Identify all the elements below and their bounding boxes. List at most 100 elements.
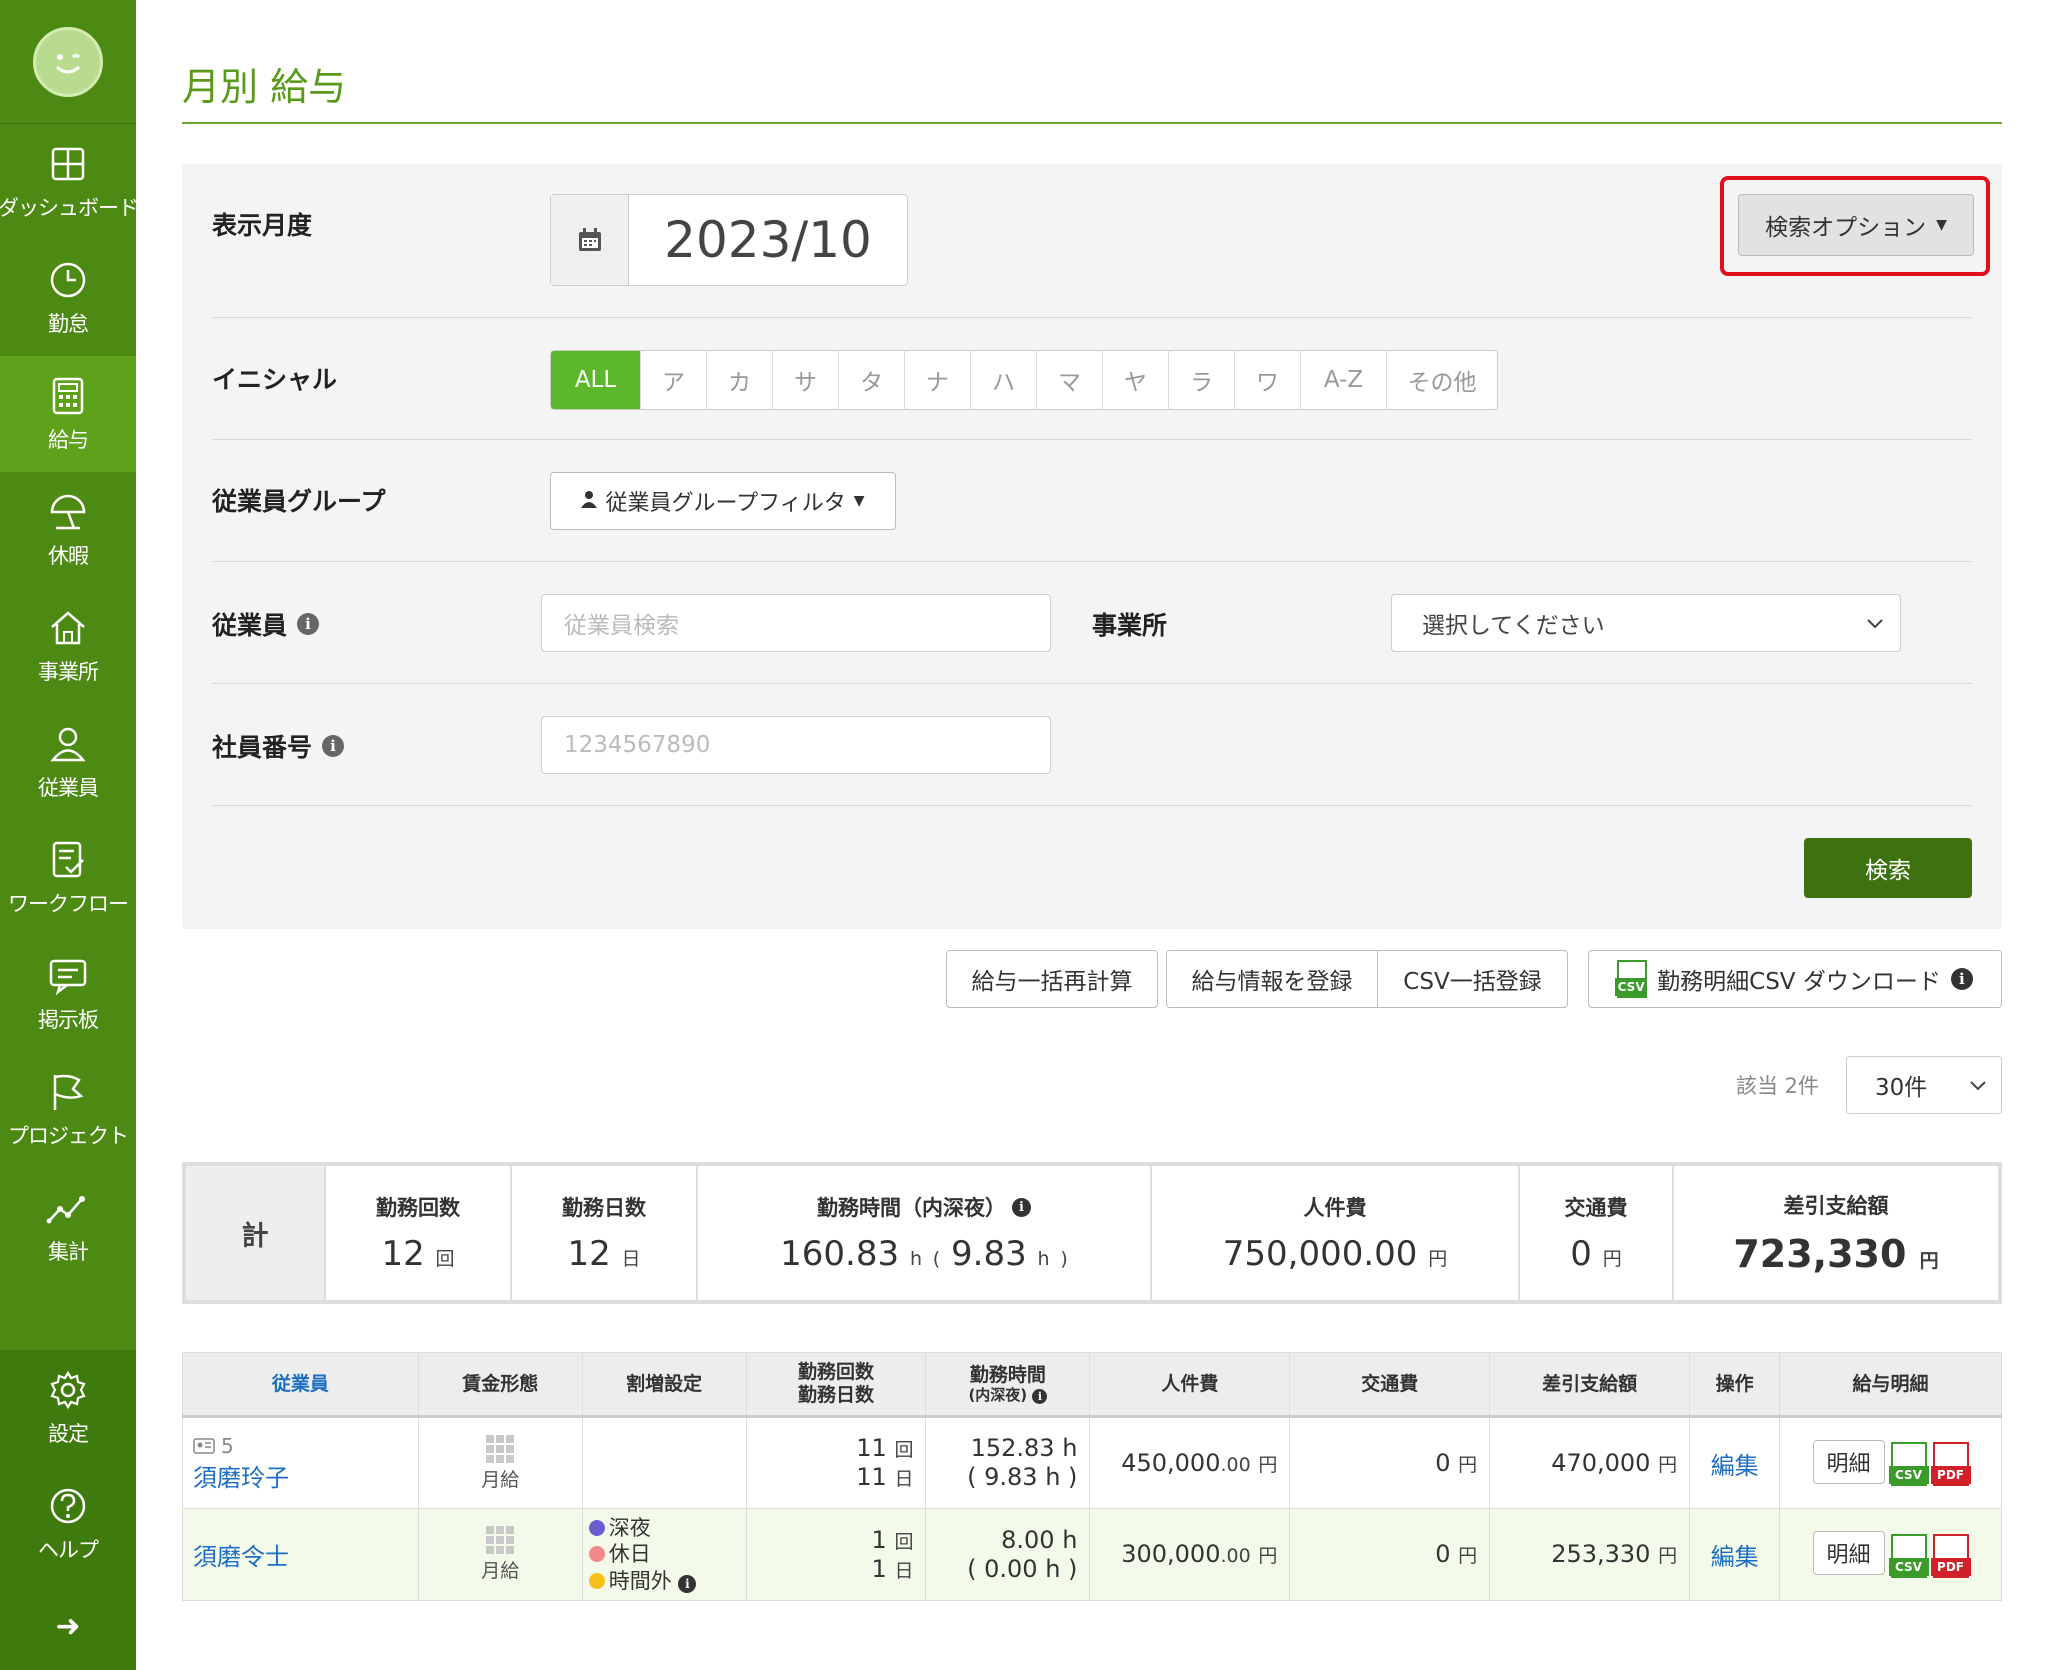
search-options-button[interactable]: 検索オプション ▼	[1738, 194, 1974, 256]
sidebar-item-umbrella[interactable]: 休暇	[0, 472, 136, 588]
sidebar-item-checklist[interactable]: ワークフロー	[0, 820, 136, 936]
premium-setting-item: 休日	[588, 1541, 746, 1567]
sidebar-item-home[interactable]: 事業所	[0, 588, 136, 704]
pdf-download-icon[interactable]: PDF	[1930, 1533, 1971, 1578]
initial-filter-2[interactable]: カ	[707, 351, 773, 409]
total-work-hours: 勤務時間（内深夜） i 160.83 h ( 9.83 h )	[698, 1166, 1152, 1300]
employee-cell: 須磨令士	[182, 1508, 419, 1601]
employee-name-link[interactable]: 須磨令士	[193, 1537, 418, 1572]
sidebar-item-dashboard[interactable]: ダッシュボード	[0, 124, 139, 240]
info-icon[interactable]: i	[322, 735, 345, 757]
month-picker[interactable]: 2023/10	[550, 194, 908, 286]
employee-row: 従業員 i 従業員検索 事業所 選択してください	[212, 562, 1972, 684]
payslip-cell: 明細 CSV PDF	[1779, 1508, 2002, 1601]
sidebar-item-clock[interactable]: 勤怠	[0, 240, 136, 356]
clock-icon	[46, 258, 90, 302]
initial-filter-12[interactable]: その他	[1387, 351, 1497, 409]
smiley-icon	[55, 53, 81, 73]
employee-id: 5	[193, 1434, 418, 1458]
title-divider	[182, 122, 2002, 124]
initial-filter-11[interactable]: A-Z	[1301, 351, 1387, 409]
group-filter-button[interactable]: 従業員グループフィルタ ▼	[550, 472, 896, 530]
col-employee[interactable]: 従業員	[182, 1352, 419, 1418]
initial-filter-1[interactable]: ア	[641, 351, 707, 409]
page-title: 月別 給与	[182, 65, 347, 109]
employee-search-input[interactable]: 従業員検索	[541, 594, 1051, 652]
csv-download-icon[interactable]: CSV	[1888, 1533, 1929, 1578]
premium-cell	[581, 1416, 747, 1509]
expand-sidebar-icon[interactable]: ➜	[0, 1582, 136, 1670]
sidebar-item-label: 従業員	[38, 776, 99, 800]
payslip-detail-button[interactable]: 明細	[1812, 1531, 1885, 1576]
count-days-cell: 11 回 11 日	[745, 1416, 927, 1509]
col-net: 差引支給額	[1489, 1352, 1691, 1418]
initial-row: イニシャル ALL アカサタナハマヤラワ A-Z その他	[212, 318, 1972, 440]
sidebar-item-person[interactable]: 従業員	[0, 704, 136, 820]
info-icon[interactable]: i	[297, 613, 320, 635]
office-select[interactable]: 選択してください	[1391, 594, 1901, 652]
edit-link[interactable]: 編集	[1711, 1543, 1759, 1571]
sidebar-item-chart[interactable]: 集計	[0, 1168, 136, 1284]
premium-cell: 深夜 休日 時間外 i	[581, 1508, 747, 1601]
dashboard-icon	[46, 142, 90, 186]
col-premium: 割増設定	[581, 1352, 747, 1418]
avatar[interactable]	[33, 26, 103, 97]
number-row: 社員番号 i 1234567890	[212, 684, 1972, 806]
group-row: 従業員グループ 従業員グループフィルタ ▼	[212, 440, 1972, 562]
col-transport: 交通費	[1289, 1352, 1491, 1418]
info-icon[interactable]: i	[1950, 968, 1973, 990]
net-cell: 253,330 円	[1489, 1508, 1691, 1601]
initial-filter-5[interactable]: ナ	[905, 351, 971, 409]
payslip-detail-button[interactable]: 明細	[1812, 1439, 1885, 1484]
wage-grid-icon	[486, 1526, 515, 1554]
info-icon[interactable]: i	[1012, 1197, 1031, 1217]
search-button[interactable]: 検索	[1804, 838, 1972, 898]
caret-down-icon: ▼	[1936, 217, 1947, 233]
info-icon[interactable]: i	[1032, 1389, 1048, 1405]
initial-filter-7[interactable]: マ	[1037, 351, 1103, 409]
initial-filter-4[interactable]: タ	[839, 351, 905, 409]
col-labor: 人件費	[1089, 1352, 1291, 1418]
info-icon[interactable]: i	[678, 1575, 697, 1594]
initial-filter-10[interactable]: ワ	[1235, 351, 1301, 409]
per-page-select[interactable]: 30件	[1846, 1056, 2002, 1114]
sidebar-item-label: ヘルプ	[38, 1538, 99, 1562]
caret-down-icon: ▼	[853, 493, 865, 509]
totals-summary: 計 勤務回数 12 回 勤務日数 12 日 勤務時間（内深夜） i 160.83 …	[182, 1162, 2002, 1304]
sidebar-item-calculator[interactable]: 給与	[0, 356, 136, 472]
avatar-area	[0, 0, 136, 124]
download-csv-button[interactable]: CSV 勤務明細CSV ダウンロード i	[1588, 950, 2002, 1008]
total-work-days: 勤務日数 12 日	[512, 1166, 698, 1300]
initial-filter-0[interactable]: ALL	[551, 351, 641, 409]
user-icon	[581, 489, 598, 514]
initial-filter-3[interactable]: サ	[773, 351, 839, 409]
transport-cell: 0 円	[1289, 1508, 1491, 1601]
employee-name-link[interactable]: 須磨玲子	[193, 1458, 418, 1493]
sidebar-item-chat[interactable]: 掲示板	[0, 936, 136, 1052]
sidebar-item-gear[interactable]: 設定	[0, 1350, 136, 1466]
sidebar: ダッシュボード 勤怠 給与 休暇 事業所従業員ワークフロー 掲示板 プロジェクト 集計 設定ヘ…	[0, 0, 139, 1670]
register-button-group: 給与情報を登録 CSV一括登録	[1166, 950, 1568, 1008]
employee-number-input[interactable]: 1234567890	[541, 716, 1051, 774]
sidebar-item-flag[interactable]: プロジェクト	[0, 1052, 136, 1168]
chevron-down-icon	[1866, 610, 1884, 636]
sidebar-item-help[interactable]: ヘルプ	[0, 1466, 136, 1582]
csv-download-icon[interactable]: CSV	[1888, 1442, 1929, 1487]
calendar-icon[interactable]	[551, 195, 629, 285]
flag-icon	[46, 1070, 90, 1114]
initial-filter-6[interactable]: ハ	[971, 351, 1037, 409]
edit-link[interactable]: 編集	[1711, 1452, 1759, 1480]
initial-filter-8[interactable]: ヤ	[1103, 351, 1169, 409]
per-page-value: 30件	[1875, 1075, 1928, 1101]
pdf-download-icon[interactable]: PDF	[1930, 1442, 1971, 1487]
table-header-row: 従業員 賃金形態 割増設定 勤務回数 勤務日数 勤務時間 (内深夜) i 人件費 交…	[182, 1352, 2002, 1418]
sidebar-item-label: 設定	[48, 1422, 89, 1446]
premium-setting-item: 時間外 i	[588, 1568, 746, 1594]
register-salary-button[interactable]: 給与情報を登録	[1167, 951, 1377, 1007]
col-count-days: 勤務回数 勤務日数	[745, 1352, 927, 1418]
csv-bulk-register-button[interactable]: CSV一括登録	[1377, 951, 1567, 1007]
recalculate-button[interactable]: 給与一括再計算	[946, 950, 1158, 1008]
col-wage-type: 賃金形態	[417, 1352, 583, 1418]
table-row: 5 須磨玲子 月給 11 回 11 日 152.83 h( 9.83 h ) 450,000…	[182, 1416, 2002, 1509]
initial-filter-9[interactable]: ラ	[1169, 351, 1235, 409]
